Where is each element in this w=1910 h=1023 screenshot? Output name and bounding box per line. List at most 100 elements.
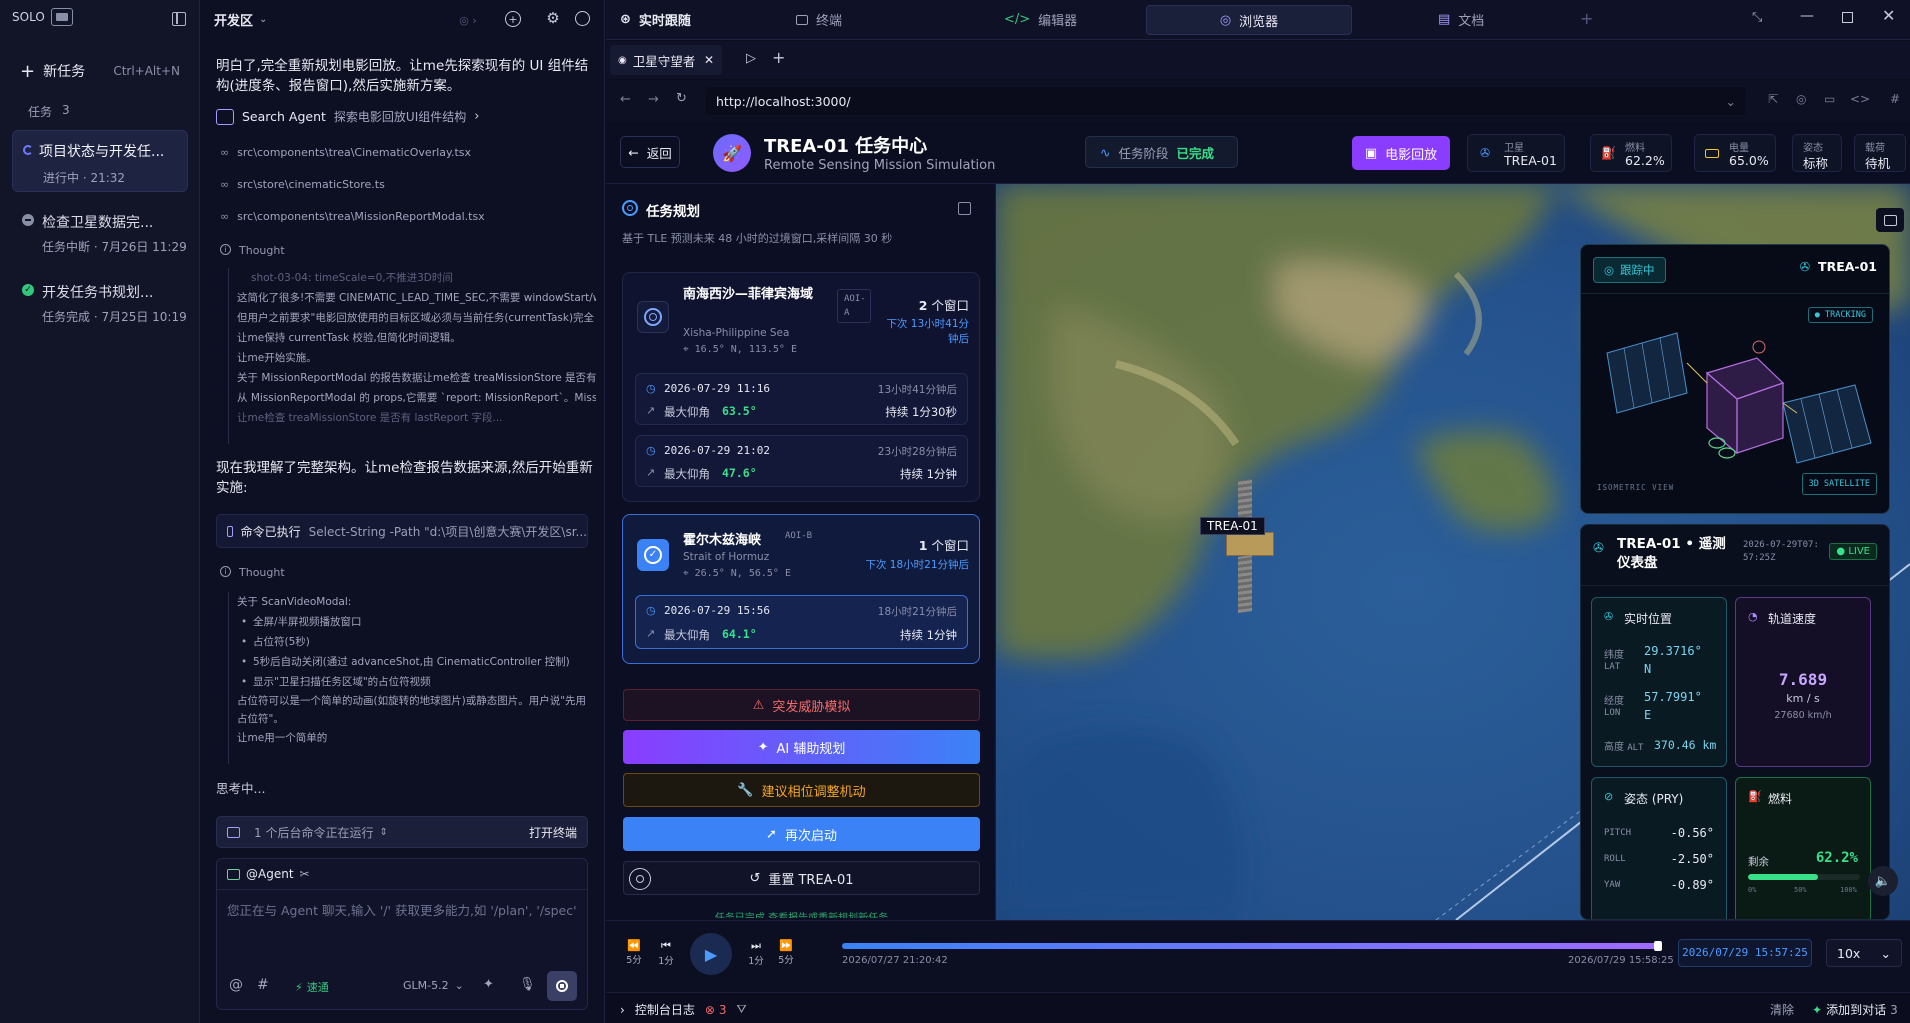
rocket-icon: 🚀 (722, 143, 742, 163)
forward-5-button[interactable]: ⏩ 5分 (772, 939, 800, 966)
play-button[interactable]: ▶ (690, 933, 732, 975)
aoi-card-selected[interactable]: ✓ 霍尔木兹海峡 AOI-B Strait of Hormuz ⌖ 26.5° N… (622, 514, 980, 664)
thought-block[interactable]: i Thought (220, 244, 285, 257)
account-icon[interactable] (575, 11, 590, 26)
console-toggle[interactable]: › 控制台日志 ⊗ 3 ⛛ (620, 1001, 747, 1018)
ai-planning-button[interactable]: ✦ AI 辅助规划 (623, 730, 980, 764)
back-arrow-icon[interactable]: ← (620, 92, 631, 107)
clock-icon: ◷ (646, 382, 656, 395)
settings-gear-icon[interactable]: ⚙ (545, 9, 561, 27)
search-agent-row[interactable]: Search Agent 探索电影回放UI组件结构 › (216, 108, 479, 125)
pass-window[interactable]: ◷ 2026-07-29 15:56 18小时21分钟后 ↗ 最大仰角 64.1… (635, 595, 968, 649)
chat-input[interactable]: 您正在与 Agent 聊天,输入 '/' 获取更多能力,如 '/plan', '… (227, 901, 577, 921)
new-browser-tab-icon[interactable]: + (772, 48, 785, 67)
reload-icon[interactable]: ↻ (676, 91, 687, 106)
forward-1-button[interactable]: ⏭ 1分 (742, 939, 770, 967)
thought-bullet: • 占位符(5秒) (241, 636, 310, 648)
model-selector[interactable]: GLM-5.2 ⌄ (403, 979, 464, 992)
at-mention-icon[interactable]: @ (229, 977, 243, 993)
cinema-replay-button[interactable]: ▣ 电影回放 (1352, 136, 1450, 170)
minimize-icon[interactable]: — (1800, 8, 1814, 24)
pass-window[interactable]: ◷ 2026-07-29 11:16 13小时41分钟后 ↗ 最大仰角 63.5… (635, 373, 968, 425)
crosshair-button[interactable] (629, 868, 651, 890)
play-icon: ▶ (704, 944, 718, 964)
satellite-3d-panel: ◎ 跟踪中 ✇ TREA-01 ● TRACKING ISOMETRIC VIE… (1580, 244, 1890, 514)
record-icon[interactable]: ◎ (1796, 92, 1806, 106)
aoi-card[interactable]: 南海西沙—菲律宾海域 AOI-A Xisha-Philippine Sea ⌖ 1… (622, 272, 980, 502)
browser-tab[interactable]: ◉ 卫星守望者 ✕ (610, 45, 722, 75)
close-tab-icon[interactable]: ✕ (704, 53, 722, 67)
globe-viewport[interactable]: TREA-01 ◎ 跟踪中 ✇ TREA-01 ● TRACKING ISOME… (996, 184, 1910, 920)
new-chat-icon[interactable]: + (505, 11, 521, 27)
rewind-1-button[interactable]: ⏮ 1分 (652, 939, 680, 967)
reset-button[interactable]: ↺ 重置 TREA-01 (623, 861, 980, 895)
task-item-active[interactable]: 项目状态与开发任... 进行中 · 21:32 (12, 130, 188, 192)
sparkle-icon: ✦ (757, 739, 769, 755)
volume-button[interactable]: 🔈 (1868, 866, 1898, 896)
timeline-handle[interactable] (1653, 941, 1662, 951)
clear-button[interactable]: 清除 (1770, 1001, 1794, 1018)
tab-editor[interactable]: </> 编辑器 (1004, 10, 1077, 29)
panel-collapse-icon[interactable] (958, 202, 971, 215)
devtools-icon[interactable]: <> (1850, 92, 1870, 106)
stat-value: 65.0% (1729, 153, 1769, 168)
speed-mode-toggle[interactable]: ⚡ 速通 (295, 979, 329, 995)
add-to-chat-button[interactable]: ✦ 添加到对话 3 (1812, 1001, 1898, 1018)
info-icon: i (220, 244, 231, 255)
collapse-icon[interactable]: ⤡ (1752, 10, 1762, 25)
app-subtitle: Remote Sensing Mission Simulation (764, 158, 996, 173)
new-task-button[interactable]: + 新任务 Ctrl+Alt+N (12, 56, 188, 86)
toggle-sidebar-icon[interactable] (172, 12, 186, 26)
sort-icon: ⇕ (379, 826, 388, 838)
stop-button[interactable] (547, 971, 577, 1001)
pass-window[interactable]: ◷ 2026-07-29 21:02 23小时28分钟后 ↗ 最大仰角 47.6… (635, 435, 968, 487)
phase-maneuver-button[interactable]: 🔧 建议相位调整机动 (623, 773, 980, 807)
threat-simulation-button[interactable]: ⚠ 突发威胁模拟 (623, 689, 980, 721)
attitude-icon: ⊘ (1604, 790, 1614, 803)
step-back-icon: ⏮ (661, 939, 671, 952)
play-icon[interactable]: ▷ (746, 51, 756, 66)
command-card[interactable]: 命令已执行 Select-String -Path "d:\项目\创意大赛\开发… (216, 514, 588, 548)
open-terminal-button[interactable]: 打开终端 (529, 824, 577, 841)
satellite-model[interactable] (1226, 479, 1276, 613)
task-item[interactable]: ✓ 开发任务书规划... 任务完成 · 7月25日 10:19 (12, 272, 188, 328)
agent-tag[interactable]: @Agent ✂ (227, 867, 310, 881)
maximize-icon[interactable] (1842, 12, 1853, 23)
panel-toggle-icon[interactable] (1876, 208, 1904, 232)
crosshair-icon (636, 875, 644, 883)
sparkle-icon[interactable]: ✦ (483, 977, 494, 992)
tab-terminal[interactable]: 终端 (796, 10, 842, 29)
speed-select[interactable]: 10x ⌄ (1826, 939, 1902, 967)
elevation-value: 63.5° (722, 404, 757, 418)
bg-command-status[interactable]: 1 个后台命令正在运行 (254, 824, 373, 841)
fuel-value: 62.2% (1815, 850, 1858, 866)
restart-button[interactable]: ➚ 再次启动 (623, 817, 980, 851)
close-icon[interactable]: ✕ (1882, 6, 1895, 25)
tab-docs[interactable]: ▤ 文档 (1438, 10, 1484, 29)
device-icon[interactable]: ▭ (1824, 92, 1835, 106)
file-link[interactable]: ∞ src\store\cinematicStore.ts (220, 178, 485, 210)
rewind-5-button[interactable]: ⏪ 5分 (620, 939, 648, 966)
background-command-bar: 1 个后台命令正在运行 ⇕ 打开终端 (216, 816, 588, 848)
thought-block[interactable]: i Thought (220, 566, 285, 579)
url-input[interactable]: http://localhost:3000/ ⌄ (706, 87, 1746, 115)
back-button[interactable]: ← 返回 (620, 136, 680, 168)
tab-live-follow[interactable]: ⊛ 实时跟随 (620, 10, 691, 29)
filter-icon[interactable]: ⛛ (737, 1002, 747, 1017)
inspect-icon[interactable]: ⇱ (1768, 92, 1778, 106)
more-icon[interactable]: # (1890, 92, 1900, 106)
microphone-icon[interactable]: 🎙 (519, 977, 536, 992)
add-tab-icon[interactable]: + (1580, 9, 1593, 28)
file-link[interactable]: ∞ src\components\trea\CinematicOverlay.ts… (220, 146, 485, 178)
gauge-icon: ◔ (1748, 610, 1758, 623)
hash-icon[interactable]: # (257, 977, 269, 993)
file-link[interactable]: ∞ src\components\trea\MissionReportModal.… (220, 210, 485, 242)
workspace-selector[interactable]: 开发区 ⌄ (214, 10, 267, 29)
step-label: 5分 (778, 955, 794, 966)
forward-arrow-icon[interactable]: → (648, 92, 659, 107)
thought-line: 关于 MissionReportModal 的报告数据让me检查 treaMis… (237, 372, 596, 384)
reset-icon: ↺ (749, 870, 761, 886)
timeline-track[interactable] (842, 941, 1662, 951)
tab-browser[interactable]: ◎ 浏览器 (1146, 5, 1352, 35)
task-item[interactable]: 检查卫星数据完... 任务中断 · 7月26日 11:29 (12, 202, 188, 258)
